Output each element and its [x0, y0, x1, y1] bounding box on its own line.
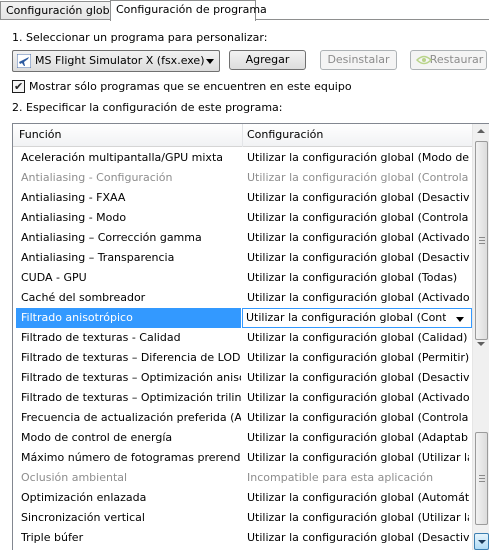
row-setting[interactable]: Utilizar la configuración global (Contro…: [247, 411, 469, 424]
grip-line: [479, 481, 485, 482]
row-function: Filtrado anisotrópico: [21, 311, 133, 324]
table-row[interactable]: Optimización enlazada Utilizar la config…: [13, 488, 472, 508]
row-setting[interactable]: Utilizar la configuración global (Desact…: [247, 191, 469, 204]
tab-strip: Configuración global Configuración de pr…: [0, 0, 489, 21]
row-function: CUDA - GPU: [21, 271, 87, 284]
row-function: Filtrado de texturas – Optimización tril…: [21, 391, 241, 404]
table-header: Función Configuración: [13, 124, 472, 147]
table-row[interactable]: Antialiasing - Configuración Utilizar la…: [13, 168, 472, 188]
restore-button[interactable]: Restaurar: [410, 50, 487, 70]
airplane-icon: [17, 54, 31, 68]
row-setting: Incompatible para esta aplicación: [247, 471, 434, 484]
table-row[interactable]: Triple búfer Utilizar la configuración g…: [13, 528, 472, 548]
setting-dropdown[interactable]: Utilizar la configuración global (Contro…: [242, 308, 472, 328]
table-row[interactable]: Filtrado de texturas – Diferencia de LOD…: [13, 348, 472, 368]
row-function: Triple búfer: [21, 531, 84, 544]
table-row[interactable]: Antialiasing - FXAA Utilizar la configur…: [13, 188, 472, 208]
scrollbar-thumb[interactable]: [475, 141, 488, 340]
row-setting[interactable]: Utilizar la configuración global (Desact…: [247, 251, 469, 264]
table-row[interactable]: Antialiasing – Corrección gamma Utilizar…: [13, 228, 472, 248]
row-setting[interactable]: Utilizar la configuración global (Utiliz…: [247, 451, 469, 464]
table-row[interactable]: Filtrado de texturas – Optimización anis…: [13, 368, 472, 388]
row-setting[interactable]: Utilizar la configuración global (Activa…: [247, 231, 469, 244]
tab-global-settings[interactable]: Configuración global: [0, 1, 119, 20]
uninstall-button[interactable]: Desinstalar: [320, 50, 397, 70]
column-header-setting[interactable]: Configuración: [247, 128, 323, 141]
show-only-installed-checkbox[interactable]: ✔: [12, 80, 25, 93]
row-setting[interactable]: Utilizar la configuración global (Utiliz…: [247, 511, 469, 524]
row-function: Caché del sombreador: [21, 291, 146, 304]
scrollbar-thumb-secondary[interactable]: [475, 432, 488, 525]
row-function: Oclusión ambiental: [21, 471, 128, 484]
row-setting[interactable]: Utilizar la configuración global (Activa…: [247, 391, 469, 404]
column-divider: [242, 124, 243, 147]
scroll-down-icon[interactable]: [477, 342, 485, 346]
row-setting[interactable]: Utilizar la configuración global (Adapta…: [247, 431, 469, 444]
row-setting[interactable]: Utilizar la configuración global (Permit…: [247, 351, 469, 364]
row-setting[interactable]: Utilizar la configuración global (Calida…: [247, 331, 469, 344]
row-setting[interactable]: Utilizar la configuración global (Activa…: [247, 291, 469, 304]
row-function: Filtrado de texturas – Optimización anis…: [21, 371, 241, 384]
table-row[interactable]: Antialiasing - Modo Utilizar la configur…: [13, 208, 472, 228]
row-setting[interactable]: Utilizar la configuración global (Modo d…: [247, 151, 469, 164]
program-select[interactable]: MS Flight Simulator X (fsx.exe): [12, 50, 220, 72]
row-function: Sincronización vertical: [21, 511, 145, 524]
row-function: Antialiasing - Configuración: [21, 171, 173, 184]
row-function: Máximo número de fotogramas prerenderi..…: [21, 451, 241, 464]
table-row[interactable]: Sincronización vertical Utilizar la conf…: [13, 508, 472, 528]
row-function: Antialiasing – Corrección gamma: [21, 231, 202, 244]
show-only-installed-label: Mostrar sólo programas que se encuentren…: [29, 80, 352, 93]
table-row[interactable]: Filtrado de texturas - Calidad Utilizar …: [13, 328, 472, 348]
grip-line: [479, 478, 485, 479]
row-function: Aceleración multipantalla/GPU mixta: [21, 151, 223, 164]
table-row[interactable]: Oclusión ambiental Incompatible para est…: [13, 468, 472, 488]
table-row[interactable]: Máximo número de fotogramas prerenderi..…: [13, 448, 472, 468]
grip-line: [479, 475, 485, 476]
row-function: Filtrado de texturas - Calidad: [21, 331, 181, 344]
chevron-down-icon: [206, 59, 214, 64]
column-header-function[interactable]: Función: [19, 128, 61, 141]
row-function: Filtrado de texturas – Diferencia de LOD…: [21, 351, 241, 364]
row-setting[interactable]: Utilizar la configuración global (Automá…: [247, 491, 469, 504]
row-function: Antialiasing – Transparencia: [21, 251, 175, 264]
scroll-up-icon[interactable]: [477, 129, 485, 133]
table-row[interactable]: Caché del sombreador Utilizar la configu…: [13, 288, 472, 308]
step2-label: 2. Especificar la configuración de este …: [12, 101, 283, 114]
row-setting[interactable]: Utilizar la configuración global (Todas): [247, 271, 469, 284]
table-row[interactable]: Modo de control de energía Utilizar la c…: [13, 428, 472, 448]
row-setting[interactable]: Utilizar la configuración global (Desact…: [247, 371, 469, 384]
tab-program-settings[interactable]: Configuración de programa: [110, 0, 267, 21]
checkmark-icon: ✔: [14, 80, 24, 93]
chevron-down-icon: [478, 540, 486, 544]
row-function: Antialiasing - FXAA: [21, 191, 126, 204]
table-row[interactable]: Frecuencia de actualización preferida (A…: [13, 408, 472, 428]
table-row[interactable]: Filtrado de texturas – Optimización tril…: [13, 388, 472, 408]
grip-line: [479, 237, 485, 238]
table-row[interactable]: CUDA - GPU Utilizar la configuración glo…: [13, 268, 472, 288]
nvidia-logo-icon: [416, 55, 432, 65]
chevron-down-icon: [456, 317, 464, 322]
vertical-scrollbar[interactable]: [472, 124, 489, 550]
row-function: Modo de control de energía: [21, 431, 173, 444]
add-program-button[interactable]: Agregar: [229, 50, 306, 70]
program-select-value: MS Flight Simulator X (fsx.exe): [35, 54, 205, 67]
step1-label: 1. Seleccionar un programa para personal…: [12, 31, 268, 44]
row-setting[interactable]: Utilizar la configuración global (Contro…: [247, 171, 469, 184]
table-row[interactable]: Antialiasing – Transparencia Utilizar la…: [13, 248, 472, 268]
program-settings-table: Función Configuración Aceleración multip…: [12, 123, 489, 550]
row-setting: Utilizar la configuración global (Contro…: [246, 311, 446, 324]
table-row[interactable]: Aceleración multipantalla/GPU mixta Util…: [13, 148, 472, 168]
row-function: Optimización enlazada: [21, 491, 147, 504]
row-setting[interactable]: Utilizar la configuración global (Desact…: [247, 531, 469, 544]
row-function: Antialiasing - Modo: [21, 211, 127, 224]
row-setting[interactable]: Utilizar la configuración global (Contro…: [247, 211, 469, 224]
row-function: Frecuencia de actualización preferida (A…: [21, 411, 241, 424]
scroll-down-button[interactable]: [474, 533, 489, 550]
grip-line: [479, 243, 485, 244]
table-row-selected[interactable]: Filtrado anisotrópico Utilizar la config…: [13, 308, 472, 328]
grip-line: [479, 240, 485, 241]
